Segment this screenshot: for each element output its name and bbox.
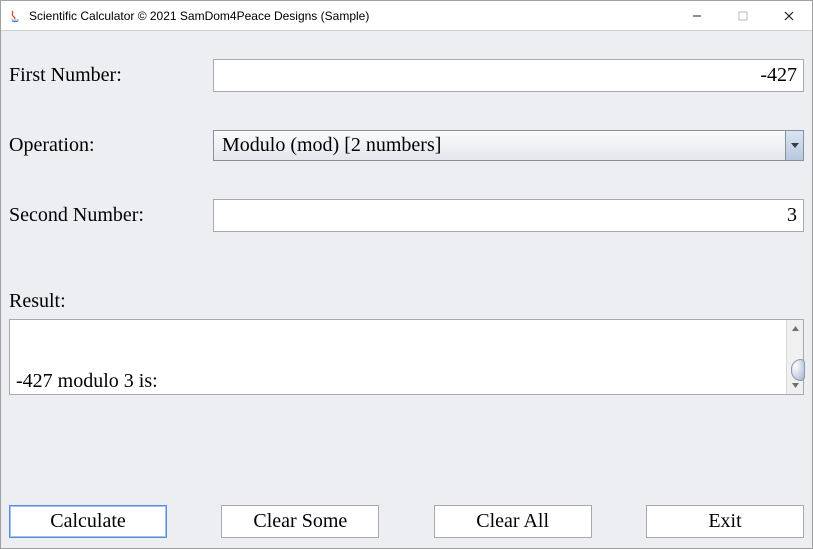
content-panel: First Number: Operation: Modulo (mod) [2… xyxy=(1,31,812,548)
result-area-container: -427 modulo 3 is: 2 xyxy=(9,319,804,395)
maximize-button[interactable] xyxy=(720,1,766,30)
second-number-label: Second Number: xyxy=(9,204,213,227)
operation-combobox[interactable]: Modulo (mod) [2 numbers] xyxy=(213,130,804,161)
button-row: Calculate Clear Some Clear All Exit xyxy=(9,505,804,540)
exit-button[interactable]: Exit xyxy=(646,505,804,538)
second-number-row: Second Number: xyxy=(9,199,804,232)
operation-label: Operation: xyxy=(9,134,213,157)
result-line-1: -427 modulo 3 is: xyxy=(16,370,778,393)
scroll-thumb[interactable] xyxy=(791,359,805,381)
result-textarea[interactable]: -427 modulo 3 is: 2 xyxy=(10,320,786,394)
window-title: Scientific Calculator © 2021 SamDom4Peac… xyxy=(29,9,674,23)
titlebar: Scientific Calculator © 2021 SamDom4Peac… xyxy=(1,1,812,31)
result-scrollbar[interactable] xyxy=(786,320,803,394)
java-icon xyxy=(7,8,23,24)
chevron-down-icon xyxy=(785,131,803,160)
app-window: Scientific Calculator © 2021 SamDom4Peac… xyxy=(0,0,813,549)
clear-all-button[interactable]: Clear All xyxy=(434,505,592,538)
first-number-input[interactable] xyxy=(213,59,804,92)
close-button[interactable] xyxy=(766,1,812,30)
first-number-label: First Number: xyxy=(9,64,213,87)
scroll-track[interactable] xyxy=(787,337,803,377)
first-number-row: First Number: xyxy=(9,59,804,92)
window-controls xyxy=(674,1,812,30)
operation-selected-text: Modulo (mod) [2 numbers] xyxy=(222,134,441,157)
result-label: Result: xyxy=(9,290,804,313)
clear-some-button[interactable]: Clear Some xyxy=(221,505,379,538)
scroll-up-icon[interactable] xyxy=(787,320,803,337)
calculate-button[interactable]: Calculate xyxy=(9,505,167,538)
second-number-input[interactable] xyxy=(213,199,804,232)
minimize-button[interactable] xyxy=(674,1,720,30)
operation-row: Operation: Modulo (mod) [2 numbers] xyxy=(9,130,804,161)
